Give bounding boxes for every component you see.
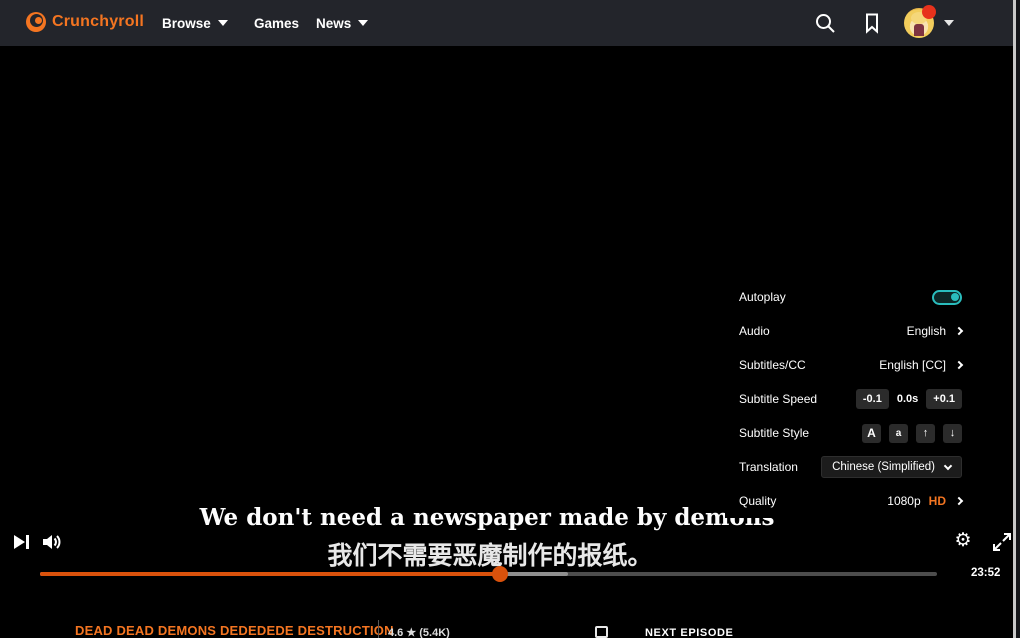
page-scrollbar[interactable]	[1013, 0, 1020, 638]
duration-label: 23:52	[971, 567, 1000, 579]
audio-selected: English	[907, 324, 946, 338]
setting-row-subtitle-speed: Subtitle Speed -0.1 0.0s +0.1	[725, 382, 1015, 416]
quality-label: Quality	[739, 494, 776, 508]
chevron-down-icon	[358, 20, 368, 26]
subtitle-speed-label: Subtitle Speed	[739, 392, 817, 406]
caret-down-icon	[944, 20, 954, 26]
next-episode-thumbnail-icon[interactable]	[595, 626, 608, 638]
subtitles-selected: English [CC]	[879, 358, 946, 372]
seek-bar-played	[40, 572, 500, 576]
translation-selected: Chinese (Simplified)	[832, 461, 935, 473]
subtitle-speed-plus-button[interactable]: +0.1	[926, 389, 962, 409]
divider	[378, 620, 379, 638]
brand-name: Crunchyroll	[52, 13, 144, 31]
hd-badge: HD	[929, 494, 946, 508]
subtitle-style-label: Subtitle Style	[739, 426, 809, 440]
subtitles-label: Subtitles/CC	[739, 358, 806, 372]
bookmark-icon[interactable]	[860, 11, 884, 35]
subtitle-speed-minus-button[interactable]: -0.1	[856, 389, 889, 409]
series-title-link[interactable]: DEAD DEAD DEMONS DEDEDEDE DESTRUCTION	[75, 623, 394, 638]
setting-row-audio: Audio English	[725, 314, 1015, 348]
quality-selected: 1080p	[887, 494, 920, 508]
player-settings-panel: Autoplay Audio English Subtitles/CC Engl…	[725, 235, 1015, 518]
quality-value[interactable]: 1080p HD	[887, 494, 962, 508]
notification-dot	[922, 5, 936, 19]
scrollbar-thumb[interactable]	[1013, 0, 1016, 638]
setting-row-subtitles: Subtitles/CC English [CC]	[725, 348, 1015, 382]
fullscreen-icon[interactable]	[990, 530, 1014, 554]
subtitle-style-controls: A a ↑ ↓	[862, 424, 962, 443]
skip-next-icon[interactable]	[9, 530, 33, 554]
chevron-right-icon	[955, 497, 963, 505]
gear-icon[interactable]: ⚙	[951, 529, 975, 553]
nav-item-news[interactable]: News	[316, 0, 368, 46]
subtitle-speed-controls: -0.1 0.0s +0.1	[856, 389, 962, 409]
seek-bar[interactable]	[40, 572, 937, 576]
top-nav: Crunchyroll Browse Games News	[0, 0, 1020, 46]
nav-item-games[interactable]: Games	[254, 0, 299, 46]
chevron-right-icon	[955, 327, 963, 335]
nav-games-label: Games	[254, 16, 299, 31]
subtitle-position-down-button[interactable]: ↓	[943, 424, 962, 443]
autoplay-label: Autoplay	[739, 290, 786, 304]
avatar[interactable]	[904, 8, 934, 38]
audio-value[interactable]: English	[907, 324, 962, 338]
autoplay-toggle[interactable]	[932, 290, 962, 305]
seek-bar-thumb[interactable]	[492, 566, 508, 582]
chevron-down-icon	[944, 461, 952, 469]
next-episode-label[interactable]: NEXT EPISODE	[645, 627, 734, 638]
crunchyroll-hime-icon	[26, 12, 46, 32]
account-menu[interactable]	[904, 8, 954, 38]
setting-row-autoplay: Autoplay	[725, 280, 1015, 314]
font-size-increase-button[interactable]: A	[862, 424, 881, 443]
chevron-right-icon	[955, 361, 963, 369]
setting-row-quality: Quality 1080p HD	[725, 484, 1015, 518]
crunchyroll-logo[interactable]: Crunchyroll	[26, 12, 144, 32]
search-icon[interactable]	[813, 11, 837, 35]
volume-icon[interactable]	[40, 530, 64, 554]
nav-browse-label: Browse	[162, 16, 211, 31]
setting-row-translation: Translation Chinese (Simplified)	[725, 450, 1015, 484]
font-size-decrease-button[interactable]: a	[889, 424, 908, 443]
nav-item-browse[interactable]: Browse	[162, 0, 228, 46]
rating-badge: 4.6 ★ (5.4K)	[388, 626, 450, 638]
audio-label: Audio	[739, 324, 770, 338]
subtitle-position-up-button[interactable]: ↑	[916, 424, 935, 443]
subtitle-line-chinese: 我们不需要恶魔制作的报纸。	[327, 536, 652, 572]
subtitle-speed-current: 0.0s	[897, 393, 918, 405]
subtitle-line-english: We don't need a newspaper made by demons	[200, 504, 775, 531]
crunchyroll-watch-page: Crunchyroll Browse Games News We don't n…	[0, 0, 1020, 638]
setting-row-subtitle-style: Subtitle Style A a ↑ ↓	[725, 416, 1015, 450]
translation-label: Translation	[739, 460, 798, 474]
nav-news-label: News	[316, 16, 351, 31]
subtitles-value[interactable]: English [CC]	[879, 358, 962, 372]
chevron-down-icon	[218, 20, 228, 26]
translation-dropdown[interactable]: Chinese (Simplified)	[821, 456, 962, 478]
